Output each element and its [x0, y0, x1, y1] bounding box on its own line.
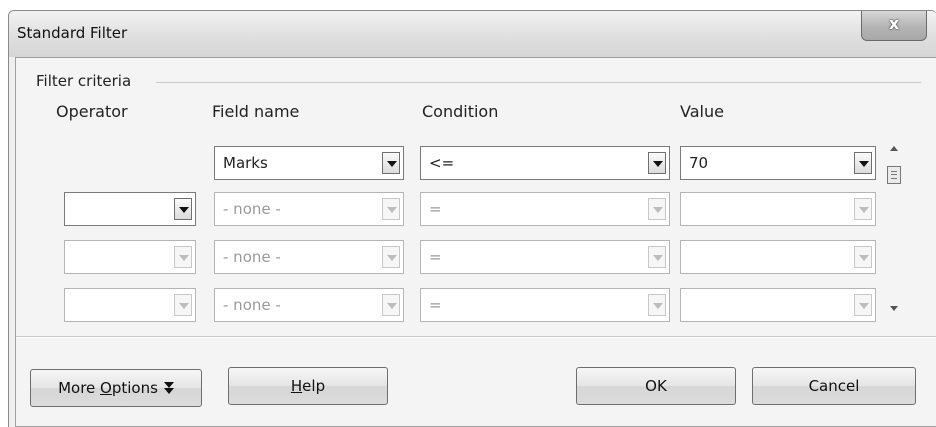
condition-value: <= — [429, 154, 455, 172]
field-name-select-1[interactable]: Marks — [214, 146, 404, 180]
chevron-down-icon[interactable] — [382, 152, 400, 174]
cancel-button[interactable]: Cancel — [752, 367, 916, 405]
field-name-select-2[interactable]: - none - — [214, 192, 404, 226]
value-header: Value — [680, 102, 724, 121]
value-select-1[interactable]: 70 — [680, 146, 876, 180]
operator-select-2[interactable] — [64, 192, 196, 226]
value-value: 70 — [689, 154, 709, 172]
field-name-value: - none - — [223, 200, 281, 218]
field-name-value: - none - — [223, 296, 281, 314]
dialog-body: Filter criteria Operator Field name Cond… — [15, 57, 936, 427]
value-select-2[interactable] — [680, 192, 876, 226]
operator-select-3[interactable] — [64, 240, 196, 274]
dialog-title: Standard Filter — [17, 24, 128, 42]
filter-criteria-label: Filter criteria — [36, 72, 138, 90]
button-area-divider-highlight — [16, 337, 936, 338]
scroll-thumb[interactable] — [887, 166, 901, 184]
help-mnemonic: H — [290, 377, 303, 395]
condition-select-4[interactable]: = — [420, 288, 670, 322]
more-options-mnemonic: O — [100, 379, 112, 397]
standard-filter-dialog: Standard Filter x Filter criteria Operat… — [8, 10, 936, 427]
chevron-down-icon — [174, 246, 192, 268]
more-options-label: More Options — [58, 379, 158, 397]
chevron-down-icon — [382, 294, 400, 316]
group-divider — [156, 82, 921, 83]
condition-select-2[interactable]: = — [420, 192, 670, 226]
chevron-down-icon — [648, 294, 666, 316]
close-button[interactable]: x — [861, 11, 927, 41]
help-label-suffix: elp — [302, 377, 326, 395]
close-icon: x — [888, 14, 900, 33]
condition-value: = — [429, 296, 442, 314]
chevron-down-icon — [854, 246, 872, 268]
chevron-down-icon — [382, 198, 400, 220]
chevron-down-icon — [854, 294, 872, 316]
more-options-label-suffix: ptions — [111, 379, 158, 397]
operator-header: Operator — [56, 102, 128, 121]
chevron-down-icon — [648, 198, 666, 220]
chevron-down-icon — [854, 198, 872, 220]
help-button[interactable]: Help — [228, 367, 388, 405]
chevron-down-icon[interactable] — [648, 152, 666, 174]
operator-select-4[interactable] — [64, 288, 196, 322]
chevron-down-icon — [382, 246, 400, 268]
ok-label: OK — [645, 377, 667, 395]
condition-value: = — [429, 248, 442, 266]
field-name-select-4[interactable]: - none - — [214, 288, 404, 322]
ok-button[interactable]: OK — [576, 367, 736, 405]
chevron-down-icon — [174, 294, 192, 316]
cancel-label: Cancel — [808, 377, 860, 395]
value-select-3[interactable] — [680, 240, 876, 274]
chevron-down-icon[interactable] — [854, 152, 872, 174]
chevron-down-icon[interactable] — [174, 198, 192, 220]
field-name-value: - none - — [223, 248, 281, 266]
double-chevron-down-icon — [163, 381, 174, 396]
scroll-up-icon[interactable] — [890, 146, 898, 151]
field-name-header: Field name — [212, 102, 300, 121]
chevron-down-icon — [648, 246, 666, 268]
criteria-scrollbar[interactable] — [886, 140, 904, 318]
title-bar: Standard Filter x — [9, 11, 936, 57]
more-options-label-prefix: More — [58, 379, 101, 397]
more-options-button[interactable]: More Options — [30, 369, 202, 407]
scroll-down-icon[interactable] — [890, 306, 898, 311]
field-name-value: Marks — [223, 154, 268, 172]
condition-header: Condition — [422, 102, 499, 121]
condition-select-3[interactable]: = — [420, 240, 670, 274]
field-name-select-3[interactable]: - none - — [214, 240, 404, 274]
condition-select-1[interactable]: <= — [420, 146, 670, 180]
value-select-4[interactable] — [680, 288, 876, 322]
condition-value: = — [429, 200, 442, 218]
